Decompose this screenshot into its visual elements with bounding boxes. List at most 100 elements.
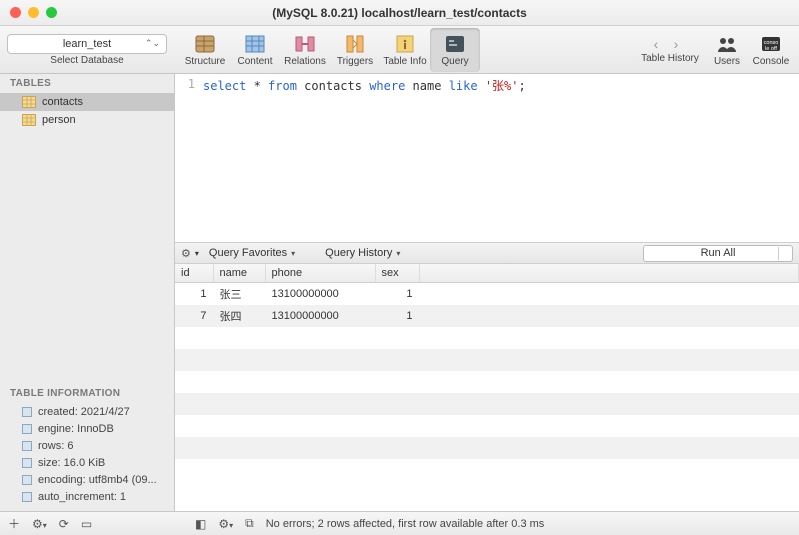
table-history-button[interactable]: ‹ › Table History — [635, 28, 705, 72]
relations-icon — [293, 33, 317, 55]
structure-label: Structure — [185, 56, 226, 67]
database-combo-value: learn_test — [63, 38, 111, 50]
gear-icon[interactable]: ⚙︎ — [181, 247, 191, 260]
table-item-person[interactable]: person — [0, 111, 174, 129]
table-item-contacts[interactable]: contacts — [0, 93, 174, 111]
svg-text:le off: le off — [765, 46, 777, 52]
table-row — [175, 393, 799, 415]
cell-name[interactable]: 张四 — [213, 305, 265, 327]
info-bullet-icon — [22, 492, 32, 502]
table-info-icon — [393, 33, 417, 55]
window-controls — [10, 7, 57, 18]
tables-list: contactsperson — [0, 93, 174, 129]
table-info-label: Table Info — [383, 56, 426, 67]
close-window-button[interactable] — [10, 7, 21, 18]
table-row — [175, 415, 799, 437]
main-area: 1 select * from contacts where name like… — [175, 74, 799, 511]
status-bar: ＋ ⚙︎▾ ⟳ ▭ ◧ ⚙︎▾ ⧉ No errors; 2 rows affe… — [0, 511, 799, 535]
window-icon[interactable]: ▭ — [81, 517, 92, 531]
content-label: Content — [237, 56, 272, 67]
content-icon — [243, 33, 267, 55]
sidebar-toggle-icon[interactable]: ◧ — [195, 517, 206, 531]
table-row — [175, 459, 799, 481]
results-grid[interactable]: idnamephonesex 1张三1310000000017张四1310000… — [175, 264, 799, 511]
toolbar: learn_test ⌃⌄ Select Database Structure … — [0, 26, 799, 74]
chevron-down-icon: ▾ — [396, 249, 400, 258]
users-icon — [715, 33, 739, 55]
table-info-item: rows: 6 — [0, 437, 174, 454]
triggers-label: Triggers — [337, 56, 373, 67]
table-row[interactable]: 7张四131000000001 — [175, 305, 799, 327]
info-bullet-icon — [22, 407, 32, 417]
table-info-button[interactable]: Table Info — [380, 28, 430, 72]
refresh-icon[interactable]: ⟳ — [59, 517, 69, 531]
info-text: engine: InnoDB — [38, 423, 114, 435]
column-header-spacer — [419, 264, 799, 283]
copy-icon[interactable]: ⧉ — [245, 516, 254, 531]
column-header-phone[interactable]: phone — [265, 264, 375, 283]
info-text: encoding: utf8mb4 (09... — [38, 474, 157, 486]
users-label: Users — [714, 56, 740, 67]
query-favorites-label: Query Favorites — [209, 247, 287, 259]
minimize-window-button[interactable] — [28, 7, 39, 18]
cell-phone[interactable]: 13100000000 — [265, 283, 375, 305]
column-header-sex[interactable]: sex — [375, 264, 419, 283]
table-row — [175, 327, 799, 349]
run-all-button[interactable]: Run All — [643, 245, 793, 262]
cell-id[interactable]: 1 — [175, 283, 213, 305]
window-title: (MySQL 8.0.21) localhost/learn_test/cont… — [8, 6, 791, 20]
database-combo[interactable]: learn_test ⌃⌄ — [7, 34, 167, 54]
gear-icon[interactable]: ⚙︎▾ — [218, 517, 233, 531]
table-info-item: encoding: utf8mb4 (09... — [0, 471, 174, 488]
info-bullet-icon — [22, 424, 32, 434]
relations-button[interactable]: Relations — [280, 28, 330, 72]
table-info-list: created: 2021/4/27 engine: InnoDB rows: 6 s… — [0, 403, 174, 511]
query-favorites-dropdown[interactable]: Query Favorites ▾ — [209, 247, 295, 259]
history-back-icon[interactable]: ‹ — [646, 36, 666, 52]
status-text: No errors; 2 rows affected, first row av… — [266, 518, 545, 530]
console-label: Console — [753, 56, 790, 67]
editor-code[interactable]: select * from contacts where name like '… — [201, 74, 530, 242]
info-text: size: 16.0 KiB — [38, 457, 105, 469]
structure-button[interactable]: Structure — [180, 28, 230, 72]
table-row[interactable]: 1张三131000000001 — [175, 283, 799, 305]
table-icon — [22, 96, 36, 108]
add-icon[interactable]: ＋ — [8, 515, 20, 532]
table-info-item: engine: InnoDB — [0, 420, 174, 437]
info-bullet-icon — [22, 475, 32, 485]
sql-editor[interactable]: 1 select * from contacts where name like… — [175, 74, 799, 242]
cell-sex[interactable]: 1 — [375, 283, 419, 305]
query-icon — [443, 33, 467, 55]
console-button[interactable]: console off Console — [749, 28, 793, 72]
editor-gutter: 1 — [175, 74, 201, 242]
table-row — [175, 349, 799, 371]
query-button[interactable]: Query — [430, 28, 480, 72]
table-row — [175, 371, 799, 393]
column-header-id[interactable]: id — [175, 264, 213, 283]
info-text: created: 2021/4/27 — [38, 406, 130, 418]
cell-phone[interactable]: 13100000000 — [265, 305, 375, 327]
table-icon — [22, 114, 36, 126]
cell-sex[interactable]: 1 — [375, 305, 419, 327]
history-forward-icon[interactable]: › — [666, 36, 686, 52]
zoom-window-button[interactable] — [46, 7, 57, 18]
gear-icon[interactable]: ⚙︎▾ — [32, 517, 47, 531]
content-button[interactable]: Content — [230, 28, 280, 72]
run-all-label: Run All — [701, 247, 736, 259]
table-row — [175, 437, 799, 459]
structure-icon — [193, 33, 217, 55]
table-info-item: created: 2021/4/27 — [0, 403, 174, 420]
line-number: 1 — [188, 77, 195, 91]
chevron-down-icon: ▾ — [291, 249, 295, 258]
query-toolbar: ⚙︎ ▾ Query Favorites ▾ Query History ▾ Ru… — [175, 242, 799, 264]
column-header-name[interactable]: name — [213, 264, 265, 283]
triggers-button[interactable]: Triggers — [330, 28, 380, 72]
info-text: rows: 6 — [38, 440, 73, 452]
cell-name[interactable]: 张三 — [213, 283, 265, 305]
cell-id[interactable]: 7 — [175, 305, 213, 327]
query-history-dropdown[interactable]: Query History ▾ — [325, 247, 400, 259]
query-label: Query — [441, 56, 468, 67]
relations-label: Relations — [284, 56, 326, 67]
users-button[interactable]: Users — [707, 28, 747, 72]
triggers-icon — [343, 33, 367, 55]
